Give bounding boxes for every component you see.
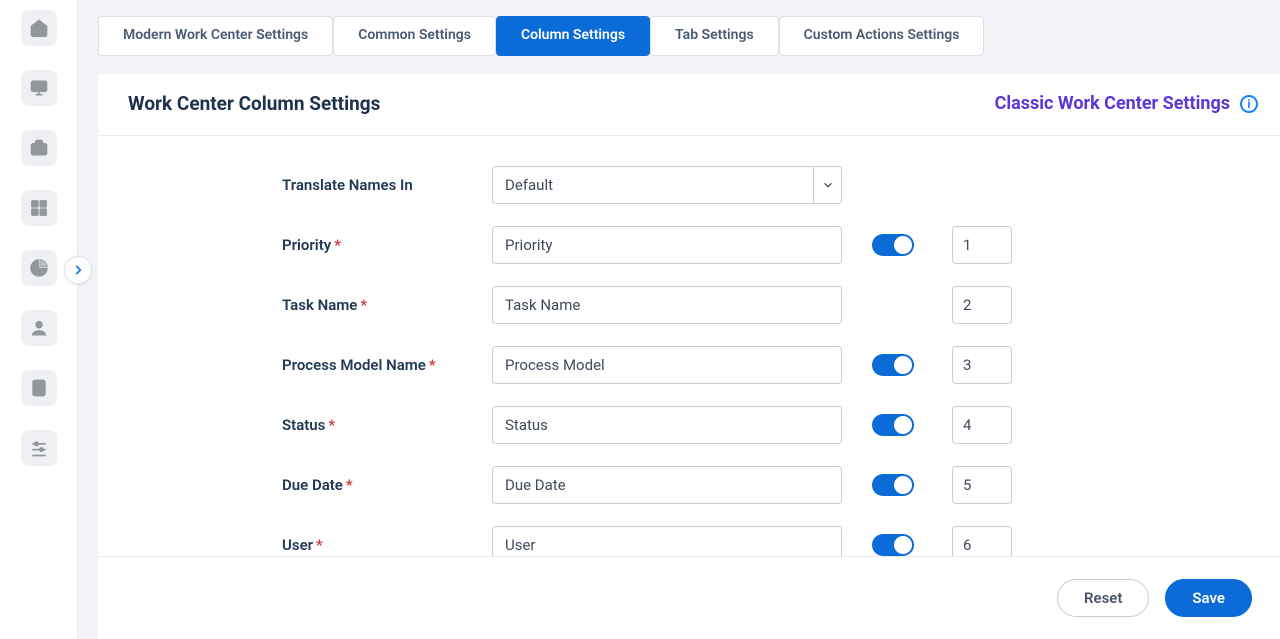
- order-user[interactable]: [952, 526, 1012, 556]
- row-translate-names: Translate Names In: [282, 166, 1250, 204]
- nav-expand-button[interactable]: [64, 256, 92, 284]
- monitor-icon: [29, 78, 49, 98]
- tab-modern-work-center-settings[interactable]: Modern Work Center Settings: [98, 16, 333, 56]
- footer-bar: Reset Save: [98, 556, 1280, 639]
- nav-monitor[interactable]: [21, 70, 57, 106]
- left-nav-rail: [0, 0, 78, 639]
- toggle-process-model-name[interactable]: [872, 354, 914, 376]
- label-task-name: Task Name*: [282, 296, 492, 314]
- input-user[interactable]: [492, 526, 842, 556]
- translate-select[interactable]: [492, 166, 814, 204]
- row-task-name: Task Name*: [282, 286, 1250, 324]
- translate-select-toggle[interactable]: [814, 166, 842, 204]
- input-priority[interactable]: [492, 226, 842, 264]
- main-area: Modern Work Center Settings Common Setti…: [78, 0, 1280, 639]
- row-process-model-name: Process Model Name*: [282, 346, 1250, 384]
- briefcase-icon: [29, 138, 49, 158]
- home-icon: [29, 18, 49, 38]
- nav-briefcase[interactable]: [21, 130, 57, 166]
- save-button[interactable]: Save: [1165, 579, 1252, 617]
- sliders-icon: [29, 438, 49, 458]
- toggle-due-date[interactable]: [872, 474, 914, 496]
- reset-button[interactable]: Reset: [1057, 579, 1149, 617]
- order-due-date[interactable]: [952, 466, 1012, 504]
- panel-title: Work Center Column Settings: [128, 92, 380, 115]
- label-due-date: Due Date*: [282, 476, 492, 494]
- piechart-icon: [29, 258, 49, 278]
- input-due-date[interactable]: [492, 466, 842, 504]
- order-task-name[interactable]: [952, 286, 1012, 324]
- input-status[interactable]: [492, 406, 842, 444]
- toggle-user[interactable]: [872, 534, 914, 556]
- order-status[interactable]: [952, 406, 1012, 444]
- toggle-priority[interactable]: [872, 234, 914, 256]
- content-panel: Work Center Column Settings Classic Work…: [98, 74, 1280, 639]
- info-icon[interactable]: i: [1240, 95, 1258, 113]
- panel-header: Work Center Column Settings Classic Work…: [98, 74, 1280, 136]
- tab-custom-actions-settings[interactable]: Custom Actions Settings: [779, 16, 985, 56]
- nav-sliders[interactable]: [21, 430, 57, 466]
- order-process-model-name[interactable]: [952, 346, 1012, 384]
- classic-settings-link[interactable]: Classic Work Center Settings: [995, 93, 1230, 114]
- toggle-status[interactable]: [872, 414, 914, 436]
- nav-piechart[interactable]: [21, 250, 57, 286]
- form-body: Translate Names In Priority*: [98, 136, 1280, 556]
- chevron-down-icon: [821, 178, 835, 192]
- tab-common-settings[interactable]: Common Settings: [333, 16, 496, 56]
- user-icon: [29, 318, 49, 338]
- input-task-name[interactable]: [492, 286, 842, 324]
- settings-tabs: Modern Work Center Settings Common Setti…: [98, 16, 1280, 56]
- input-process-model-name[interactable]: [492, 346, 842, 384]
- nav-user[interactable]: [21, 310, 57, 346]
- calculator-icon: [29, 378, 49, 398]
- label-process-model-name: Process Model Name*: [282, 356, 492, 374]
- row-due-date: Due Date*: [282, 466, 1250, 504]
- row-status: Status*: [282, 406, 1250, 444]
- label-user: User*: [282, 536, 492, 554]
- label-status: Status*: [282, 416, 492, 434]
- squares-icon: [29, 198, 49, 218]
- chevron-right-icon: [71, 263, 85, 277]
- tab-column-settings[interactable]: Column Settings: [496, 16, 650, 56]
- nav-squares[interactable]: [21, 190, 57, 226]
- row-priority: Priority*: [282, 226, 1250, 264]
- nav-home[interactable]: [21, 10, 57, 46]
- order-priority[interactable]: [952, 226, 1012, 264]
- tab-tab-settings[interactable]: Tab Settings: [650, 16, 779, 56]
- translate-label: Translate Names In: [282, 176, 492, 194]
- nav-calculator[interactable]: [21, 370, 57, 406]
- row-user: User*: [282, 526, 1250, 556]
- label-priority: Priority*: [282, 236, 492, 254]
